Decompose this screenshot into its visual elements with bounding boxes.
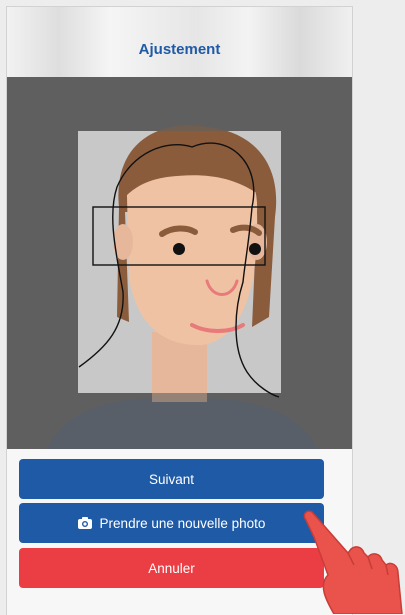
new-photo-button[interactable]: Prendre une nouvelle photo: [19, 503, 324, 543]
header-bar: Ajustement: [7, 7, 352, 77]
next-button[interactable]: Suivant: [19, 459, 324, 499]
new-photo-button-label: Prendre une nouvelle photo: [99, 515, 266, 531]
cancel-button-label: Annuler: [148, 560, 195, 576]
photo-preview: [7, 77, 352, 449]
pointing-hand-icon: [303, 510, 403, 614]
next-button-label: Suivant: [148, 471, 195, 487]
face-photo: [7, 77, 352, 449]
camera-icon: [77, 517, 92, 529]
page-title: Ajustement: [138, 41, 221, 58]
cancel-button[interactable]: Annuler: [19, 548, 324, 588]
